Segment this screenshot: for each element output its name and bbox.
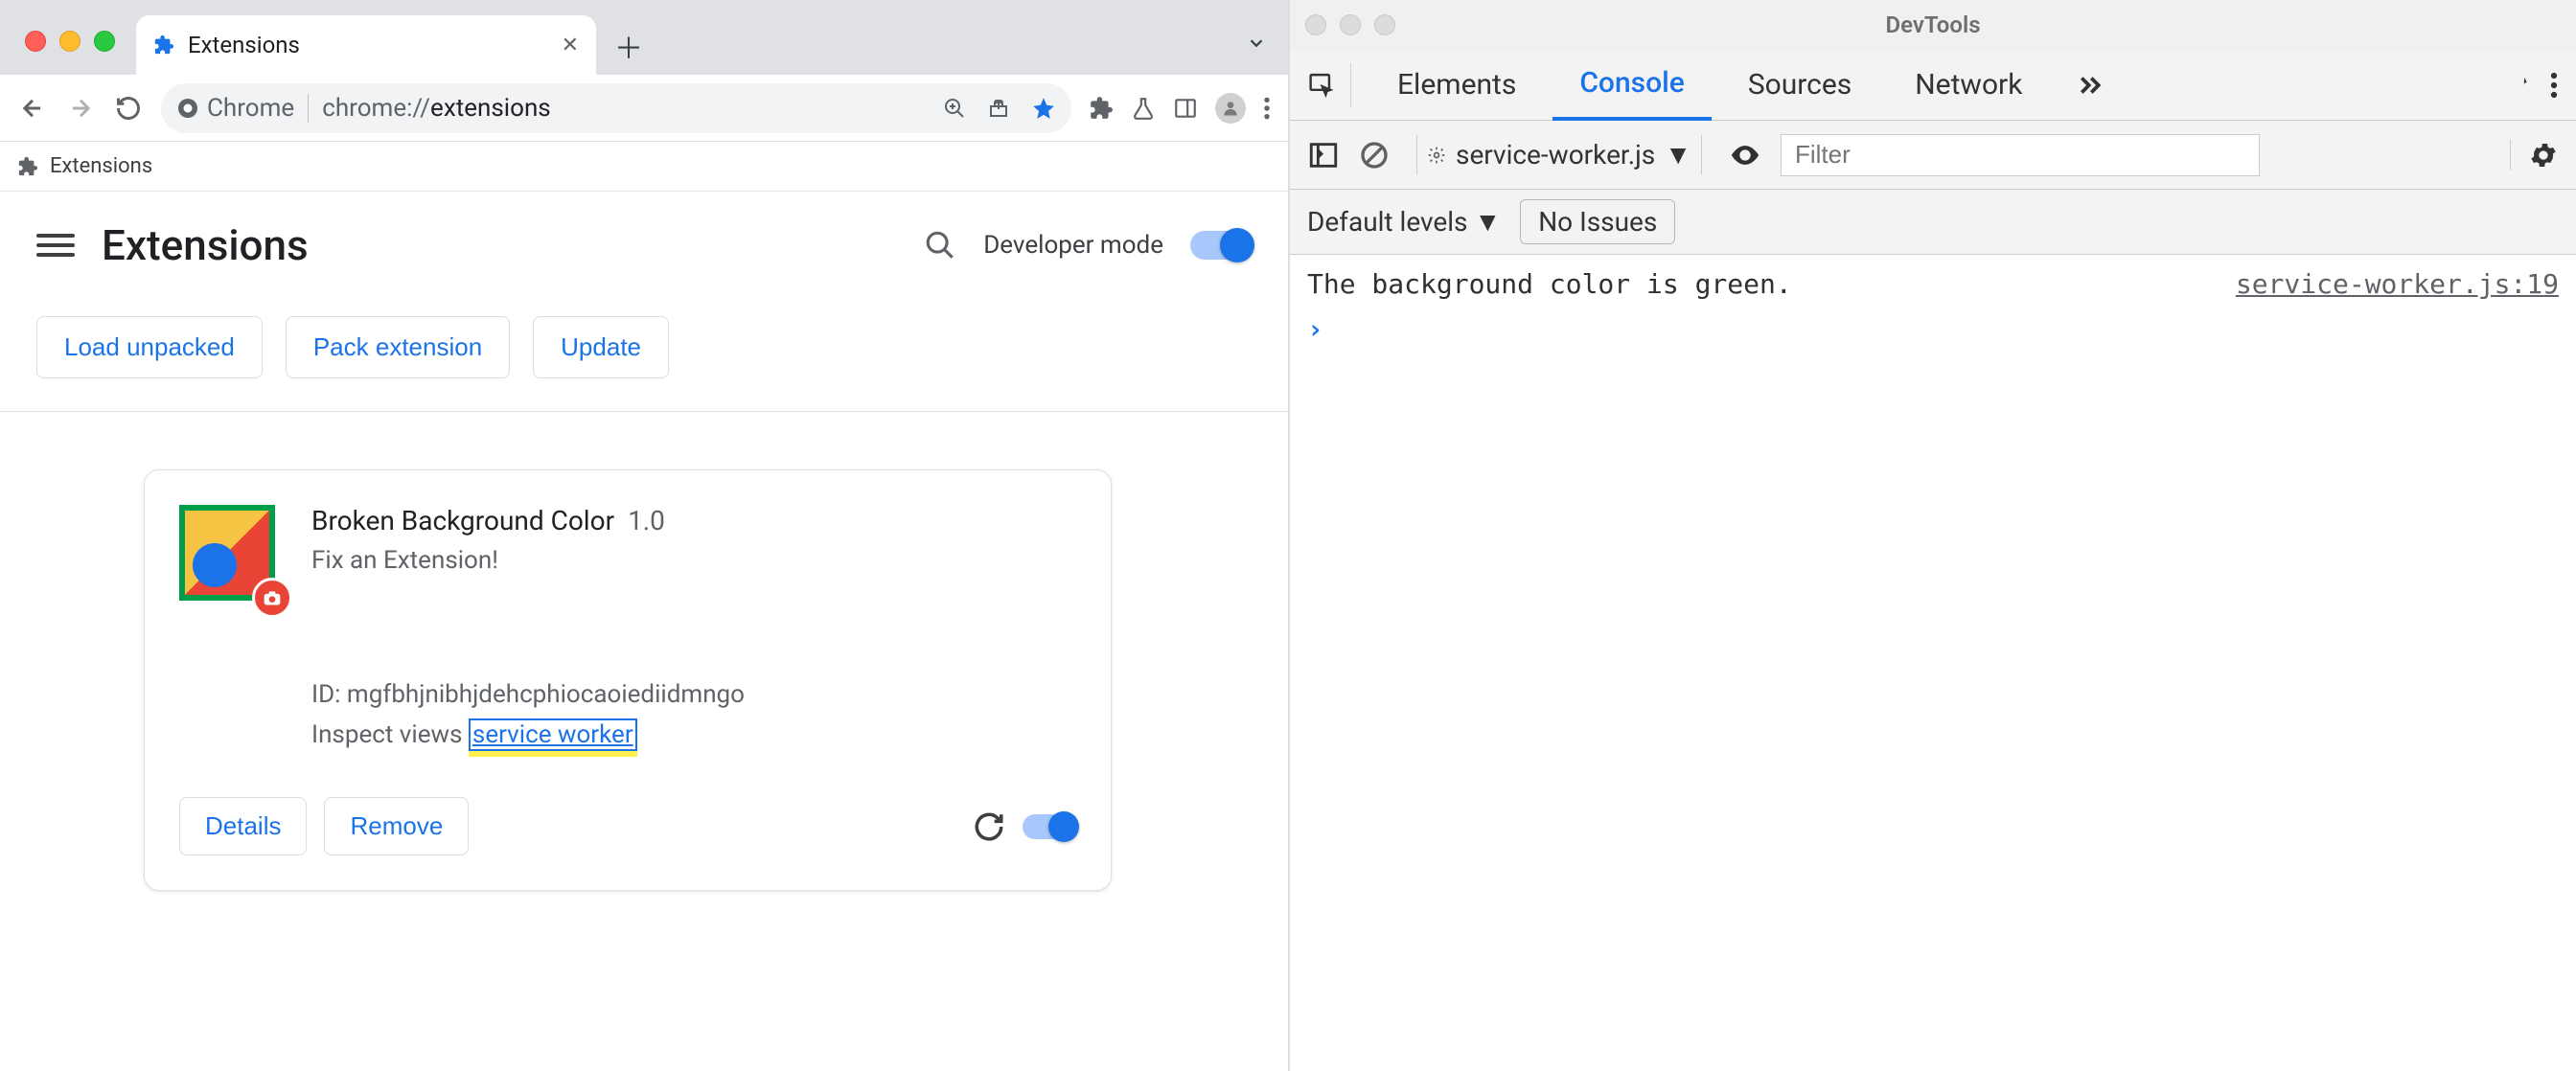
extensions-action-row: Load unpacked Pack extension Update	[0, 299, 1288, 412]
console-toolbar: service-worker.js ▼	[1290, 121, 2576, 190]
minimize-window-button[interactable]	[59, 31, 80, 52]
load-unpacked-button[interactable]: Load unpacked	[36, 316, 263, 378]
devtools-tabs: Elements Console Sources Network	[1290, 50, 2576, 121]
extensions-page: Extensions Developer mode Load unpacked …	[0, 192, 1288, 1071]
site-chip-label: Chrome	[207, 94, 294, 123]
live-expression-eye-icon[interactable]	[1729, 139, 1761, 171]
log-source-link[interactable]: service-worker.js:19	[2236, 268, 2559, 300]
developer-mode-label: Developer mode	[983, 231, 1163, 260]
devtools-titlebar: DevTools	[1290, 0, 2576, 50]
chevron-down-icon: ▼	[1665, 139, 1691, 171]
extension-enable-toggle[interactable]	[1023, 814, 1076, 839]
menu-button[interactable]	[36, 226, 75, 264]
bookmark-star-icon[interactable]	[1031, 96, 1056, 121]
omnibox-actions	[943, 96, 1056, 121]
extension-name: Broken Background Color	[311, 505, 614, 536]
browser-toolbar: Chrome chrome://extensions	[0, 75, 1288, 142]
kebab-menu-icon[interactable]	[1263, 96, 1271, 121]
console-filter-input[interactable]	[1781, 134, 2260, 176]
gear-small-icon	[1427, 146, 1446, 165]
share-icon[interactable]	[987, 97, 1010, 120]
details-button[interactable]: Details	[179, 797, 307, 855]
zoom-icon[interactable]	[943, 97, 966, 120]
tab-network[interactable]: Network	[1888, 51, 2049, 119]
extensions-cards-area: Broken Background Color 1.0 Fix an Exten…	[0, 412, 1288, 948]
browser-tab[interactable]: Extensions ✕	[136, 15, 596, 75]
url-text: chrome://extensions	[322, 94, 551, 123]
extension-icon-wrap	[179, 505, 285, 610]
console-prompt[interactable]: ›	[1307, 304, 2559, 345]
site-chip[interactable]: Chrome	[176, 94, 309, 123]
service-worker-link[interactable]: service worker	[469, 718, 637, 751]
extensions-header: Extensions Developer mode	[0, 192, 1288, 299]
inspect-views-label: Inspect views	[311, 720, 469, 749]
inspect-element-icon[interactable]	[1307, 63, 1351, 107]
address-bar[interactable]: Chrome chrome://extensions	[161, 83, 1071, 133]
console-settings-gear-icon[interactable]	[2510, 140, 2559, 171]
bookmark-extension-icon	[17, 156, 38, 177]
tab-title: Extensions	[188, 32, 548, 58]
extensions-puzzle-icon[interactable]	[1089, 96, 1114, 121]
bookmark-item[interactable]: Extensions	[50, 154, 152, 178]
extension-version: 1.0	[628, 505, 665, 536]
extension-icon	[153, 34, 174, 56]
devtools-title: DevTools	[1290, 11, 2576, 38]
error-badge-icon	[252, 578, 292, 618]
extension-description: Fix an Extension!	[311, 546, 1076, 575]
reload-extension-icon[interactable]	[973, 810, 1005, 843]
console-log-row: The background color is green. service-w…	[1307, 264, 2559, 304]
extension-id-value: mgfbhjnibhjdehcphiocaoiediidmngo	[347, 680, 745, 709]
profile-avatar[interactable]	[1215, 93, 1246, 124]
settings-gear-icon[interactable]	[2499, 70, 2530, 101]
new-tab-button[interactable]: ＋	[611, 29, 646, 63]
console-sidebar-toggle-icon[interactable]	[1307, 139, 1340, 171]
tab-sources[interactable]: Sources	[1721, 51, 1878, 119]
reload-button[interactable]	[113, 93, 144, 124]
side-panel-icon[interactable]	[1173, 96, 1198, 121]
console-toolbar-secondary: Default levels ▼ No Issues	[1290, 190, 2576, 255]
issues-button[interactable]: No Issues	[1520, 199, 1675, 244]
page-title: Extensions	[102, 220, 309, 270]
extension-id-label: ID:	[311, 680, 347, 709]
devtools-window: DevTools Elements Console Sources Networ…	[1290, 0, 2576, 1071]
developer-mode-toggle[interactable]	[1190, 231, 1252, 260]
tab-elements[interactable]: Elements	[1370, 51, 1543, 119]
log-levels-dropdown[interactable]: Default levels ▼	[1307, 206, 1501, 238]
window-controls	[12, 31, 128, 75]
more-tabs-icon[interactable]	[2058, 71, 2122, 100]
remove-button[interactable]: Remove	[324, 797, 469, 855]
forward-button[interactable]	[65, 93, 96, 124]
back-button[interactable]	[17, 93, 48, 124]
execution-context-selector[interactable]: service-worker.js ▼	[1416, 135, 1702, 174]
clear-console-icon[interactable]	[1359, 140, 1390, 171]
tab-strip: Extensions ✕ ＋	[0, 0, 1288, 75]
log-message: The background color is green.	[1307, 268, 2236, 300]
tabs-dropdown-button[interactable]	[1246, 33, 1267, 54]
console-output: The background color is green. service-w…	[1290, 255, 2576, 1071]
fullscreen-window-button[interactable]	[94, 31, 115, 52]
bookmarks-bar: Extensions	[0, 142, 1288, 192]
chrome-browser-window: Extensions ✕ ＋ Chrome chrome://extension…	[0, 0, 1290, 1071]
pack-extension-button[interactable]: Pack extension	[286, 316, 510, 378]
devtools-kebab-icon[interactable]	[2549, 71, 2559, 100]
close-tab-button[interactable]: ✕	[562, 34, 579, 57]
labs-icon[interactable]	[1131, 96, 1156, 121]
context-label: service-worker.js	[1456, 139, 1655, 171]
extension-card: Broken Background Color 1.0 Fix an Exten…	[144, 469, 1112, 891]
close-window-button[interactable]	[25, 31, 46, 52]
search-icon[interactable]	[924, 229, 956, 262]
update-button[interactable]: Update	[533, 316, 669, 378]
tab-console[interactable]: Console	[1552, 49, 1711, 121]
chrome-logo-icon	[176, 97, 199, 120]
